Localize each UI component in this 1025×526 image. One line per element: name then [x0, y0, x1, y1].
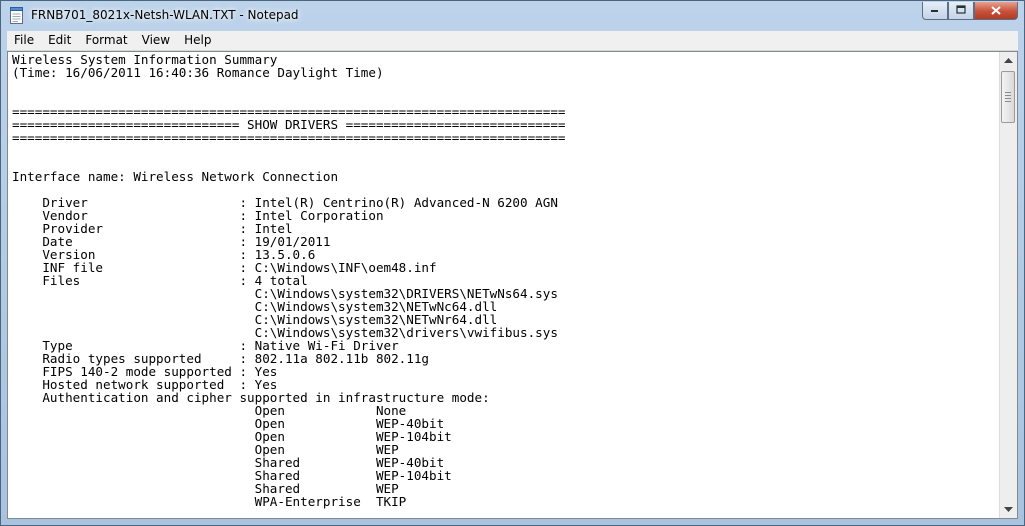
text-editor[interactable]: Wireless System Information Summary (Time…	[7, 51, 1018, 519]
minimize-icon	[930, 5, 940, 16]
scroll-down-button[interactable]	[1000, 501, 1017, 518]
vertical-scrollbar[interactable]	[999, 52, 1017, 518]
menu-bar: File Edit Format View Help	[7, 31, 1018, 51]
text-line: (Time: 16/06/2011 16:40:36 Romance Dayli…	[12, 65, 384, 80]
menu-file[interactable]: File	[7, 31, 41, 50]
text-line	[12, 79, 999, 92]
close-icon	[991, 4, 1001, 18]
scroll-down-arrow-icon	[1004, 505, 1013, 514]
text-line	[12, 144, 999, 157]
menu-format[interactable]: Format	[78, 31, 134, 50]
title-bar[interactable]: FRNB701_8021x-Netsh-WLAN.TXT - Notepad	[1, 1, 1024, 31]
scroll-thumb[interactable]	[1001, 71, 1015, 123]
thumb-grip	[1005, 92, 1011, 102]
menu-edit[interactable]: Edit	[41, 31, 78, 50]
scroll-up-arrow-icon	[1004, 56, 1013, 65]
caption-buttons	[922, 2, 1018, 20]
window-title: FRNB701_8021x-Netsh-WLAN.TXT - Notepad	[31, 8, 299, 22]
minimize-button[interactable]	[922, 2, 948, 20]
notepad-icon	[10, 7, 24, 24]
menu-view[interactable]: View	[135, 31, 177, 50]
text-line: Interface name: Wireless Network Connect…	[12, 169, 339, 184]
close-button[interactable]	[974, 2, 1018, 20]
text-line: ========================================…	[12, 130, 566, 145]
menu-help[interactable]: Help	[177, 31, 218, 50]
maximize-button[interactable]	[948, 2, 974, 20]
document-text[interactable]: Wireless System Information Summary (Time…	[12, 53, 999, 518]
maximize-icon	[956, 4, 966, 17]
text-line: WPA-Enterprise TKIP	[12, 494, 407, 509]
notepad-window: FRNB701_8021x-Netsh-WLAN.TXT - Notepad F…	[0, 0, 1025, 526]
scroll-up-button[interactable]	[1000, 52, 1017, 69]
